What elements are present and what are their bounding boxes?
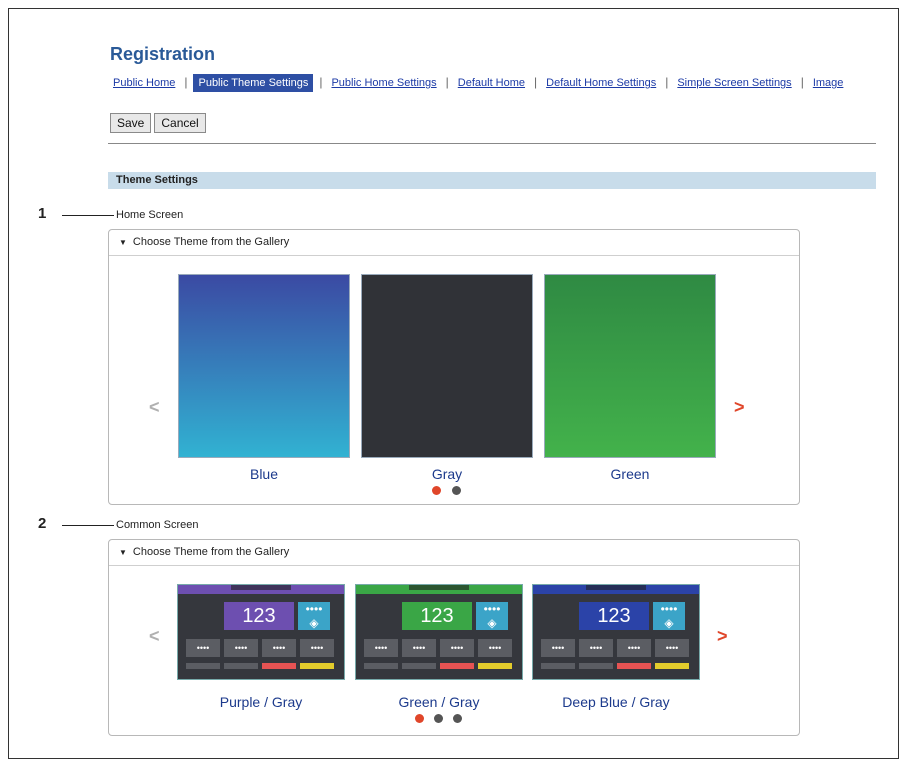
preview-status-bar [224, 663, 258, 669]
tab-image[interactable]: Image [810, 75, 847, 91]
common-gallery-title: Choose Theme from the Gallery [132, 546, 290, 558]
preview-key: •••• [300, 639, 334, 657]
common-screen-label: Common Screen [116, 519, 199, 531]
home-gallery-panel: ▼ Choose Theme from the Gallery < > Blue … [108, 229, 800, 505]
save-button[interactable]: Save [110, 113, 152, 133]
preview-key: •••• [617, 639, 651, 657]
tab-separator: | [184, 75, 188, 89]
theme-deep-blue-gray-label: Deep Blue / Gray [562, 694, 670, 710]
home-gallery-header[interactable]: ▼ Choose Theme from the Gallery [109, 230, 799, 256]
preview-header-tab [586, 585, 646, 590]
tab-bar: Public Home | Public Theme Settings | Public… [110, 74, 876, 94]
preview-status-bar [541, 663, 575, 669]
preview-key: •••• [186, 639, 220, 657]
theme-green-gray-label: Green / Gray [398, 694, 480, 710]
theme-blue-label: Blue [249, 466, 279, 482]
theme-gray-swatch[interactable] [361, 274, 533, 458]
callout-line-1 [62, 215, 114, 216]
preview-key: •••• [655, 639, 689, 657]
preview-status-bar [364, 663, 398, 669]
theme-green-label: Green [610, 466, 650, 482]
preview-start-icon: •••• ◈ [298, 602, 330, 630]
preview-counter: 123 [224, 602, 294, 630]
home-next-arrow-icon[interactable]: > [734, 397, 745, 418]
preview-status-bar [440, 663, 474, 669]
preview-key: •••• [402, 639, 436, 657]
theme-purple-gray-label: Purple / Gray [219, 694, 303, 710]
preview-counter: 123 [579, 602, 649, 630]
preview-key: •••• [541, 639, 575, 657]
preview-key: •••• [224, 639, 258, 657]
tab-separator: | [534, 75, 538, 89]
common-prev-arrow-icon[interactable]: < [149, 626, 160, 647]
preview-header-tab [231, 585, 291, 590]
preview-header-tab [409, 585, 469, 590]
section-header: Theme Settings [108, 172, 876, 189]
cancel-button[interactable]: Cancel [154, 113, 206, 133]
common-gallery-header[interactable]: ▼ Choose Theme from the Gallery [109, 540, 799, 566]
tab-public-theme-settings[interactable]: Public Theme Settings [193, 74, 314, 92]
preview-key: •••• [262, 639, 296, 657]
preview-status-bar [300, 663, 334, 669]
preview-start-icon: •••• ◈ [476, 602, 508, 630]
preview-status-bar [655, 663, 689, 669]
page-dot[interactable] [453, 714, 462, 723]
preview-status-bar [478, 663, 512, 669]
divider [108, 143, 876, 144]
tab-public-home-settings[interactable]: Public Home Settings [328, 75, 439, 91]
theme-blue-swatch[interactable] [178, 274, 350, 458]
collapse-triangle-icon: ▼ [119, 548, 127, 557]
preview-status-bar [579, 663, 613, 669]
tab-simple-screen-settings[interactable]: Simple Screen Settings [674, 75, 794, 91]
preview-counter: 123 [402, 602, 472, 630]
page-title: Registration [110, 44, 216, 64]
home-prev-arrow-icon[interactable]: < [149, 397, 160, 418]
preview-start-icon: •••• ◈ [653, 602, 685, 630]
preview-status-bar [617, 663, 651, 669]
callout-line-2 [62, 525, 114, 526]
tab-separator: | [665, 75, 669, 89]
common-gallery-panel: ▼ Choose Theme from the Gallery < > 123 •… [108, 539, 800, 736]
tab-separator: | [800, 75, 804, 89]
page-dot[interactable] [452, 486, 461, 495]
home-screen-label: Home Screen [116, 209, 184, 221]
page-dot-active[interactable] [415, 714, 424, 723]
action-buttons: Save Cancel [110, 113, 209, 133]
theme-green-swatch[interactable] [544, 274, 716, 458]
theme-gray-label: Gray [431, 466, 463, 482]
preview-key: •••• [440, 639, 474, 657]
callout-number-2: 2 [38, 515, 47, 532]
page-dot-active[interactable] [432, 486, 441, 495]
tab-separator: | [445, 75, 449, 89]
preview-key: •••• [579, 639, 613, 657]
tab-separator: | [319, 75, 323, 89]
home-gallery-title: Choose Theme from the Gallery [132, 236, 290, 248]
common-next-arrow-icon[interactable]: > [717, 626, 728, 647]
tab-default-home[interactable]: Default Home [455, 75, 528, 91]
preview-status-bar [186, 663, 220, 669]
collapse-triangle-icon: ▼ [119, 238, 127, 247]
theme-deep-blue-gray-preview[interactable]: 123 •••• ◈ •••• •••• •••• •••• [532, 584, 700, 680]
tab-public-home[interactable]: Public Home [110, 75, 178, 91]
preview-status-bar [402, 663, 436, 669]
callout-number-1: 1 [38, 205, 47, 222]
page-dot[interactable] [434, 714, 443, 723]
preview-status-bar [262, 663, 296, 669]
theme-purple-gray-preview[interactable]: 123 •••• ◈ •••• •••• •••• •••• [177, 584, 345, 680]
theme-green-gray-preview[interactable]: 123 •••• ◈ •••• •••• •••• •••• [355, 584, 523, 680]
tab-default-home-settings[interactable]: Default Home Settings [543, 75, 659, 91]
preview-key: •••• [478, 639, 512, 657]
preview-key: •••• [364, 639, 398, 657]
